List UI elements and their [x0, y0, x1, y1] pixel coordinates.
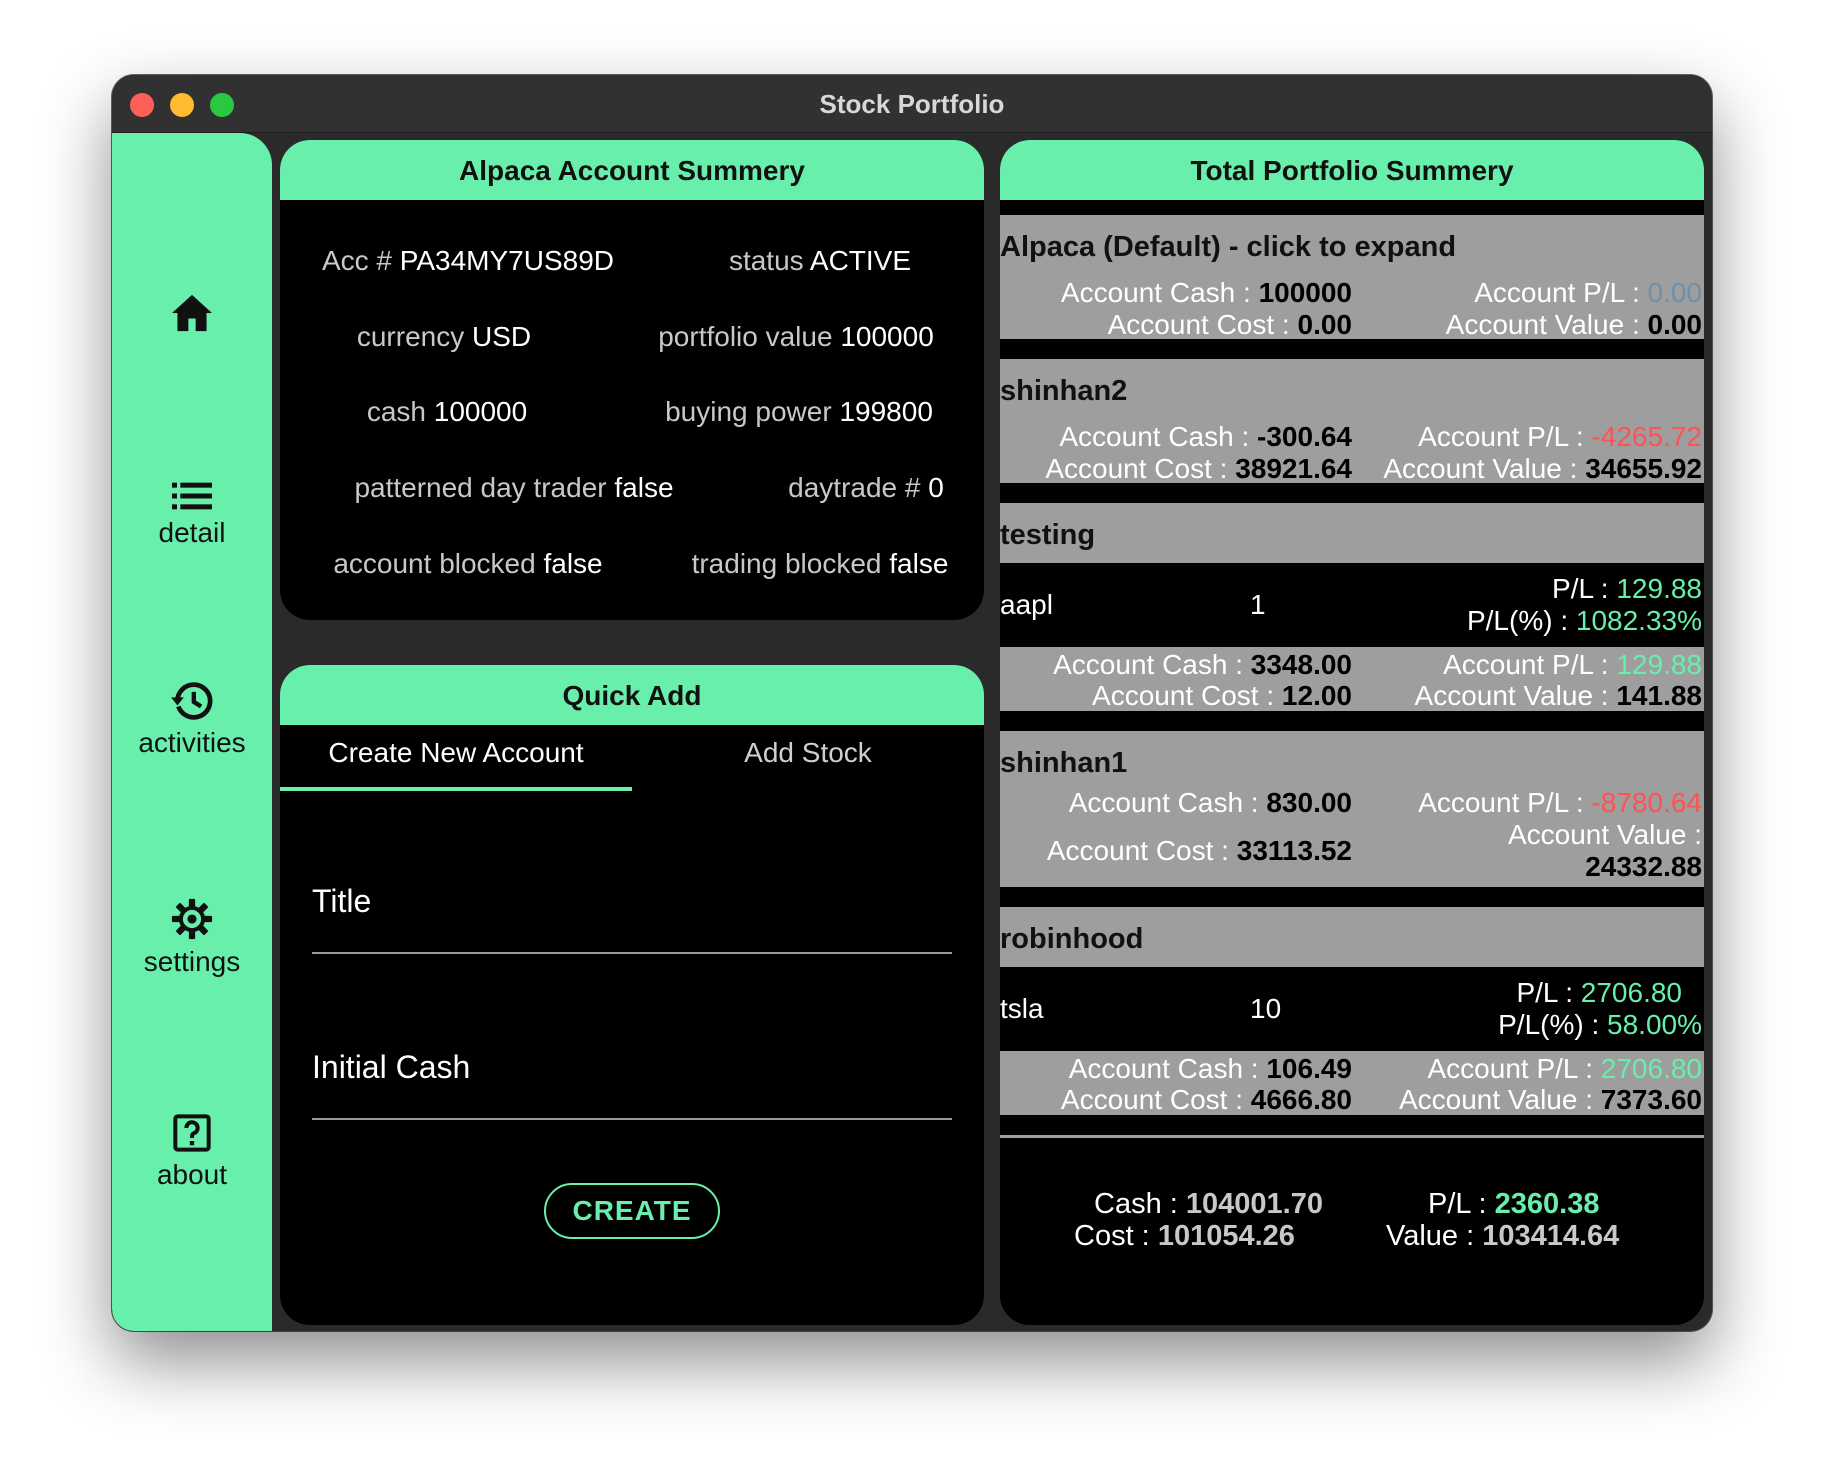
account-pl: Account P/L : -8780.64: [1418, 787, 1702, 818]
account-cost: Account Cost : 12.00: [1092, 680, 1352, 711]
sidebar-item-label: detail: [158, 517, 226, 548]
home-icon: [172, 294, 212, 332]
account-value: Account Value : 7373.60: [1398, 1084, 1702, 1115]
active-tab-indicator: [280, 787, 632, 791]
account-name: robinhood: [1000, 923, 1144, 955]
account-info-row: patterned day trader false daytrade # 0: [280, 472, 984, 512]
title-bar: Stock Portfolio: [112, 75, 1712, 133]
account-cash: Account Cash : 3348.00: [1053, 649, 1352, 680]
account-value: Account Value : 0.00: [1445, 309, 1702, 340]
total-cost: Cost : 101054.26: [1074, 1220, 1295, 1252]
stock-quantity: 1: [1250, 589, 1266, 620]
portfolio-totals: Cash : 104001.70 Cost : 101054.26 P/L : …: [1000, 1140, 1704, 1325]
account-cash: Account Cash : 100000: [1060, 277, 1352, 308]
stock-symbol: aapl: [1000, 589, 1053, 620]
stock-pl-percent: P/L(%) : 1082.33%: [1466, 605, 1702, 636]
initial-cash-input[interactable]: [312, 1031, 952, 1091]
total-pl: P/L : 2360.38: [1428, 1188, 1600, 1220]
sidebar-item-activities[interactable]: activities: [112, 681, 272, 759]
account-card-alpaca[interactable]: Alpaca (Default) - click to expand Accou…: [1000, 215, 1704, 340]
account-value: Account Value : 34655.92: [1383, 453, 1702, 484]
account-cash: cash 100000: [366, 396, 528, 427]
tab-add-stock[interactable]: Add Stock: [632, 737, 984, 769]
quick-add-title: Quick Add: [280, 665, 984, 725]
account-info-row: account blocked false trading blocked fa…: [280, 548, 984, 588]
portfolio-account-list[interactable]: Alpaca (Default) - click to expand Accou…: [1000, 200, 1704, 1138]
account-name: shinhan2: [1000, 375, 1128, 407]
title-input[interactable]: [312, 865, 952, 925]
account-cost: Account Cost : 38921.64: [1045, 453, 1352, 484]
account-pl: Account P/L : -4265.72: [1418, 421, 1702, 452]
account-blocked: account blocked false: [333, 548, 603, 579]
account-daytrade-count: daytrade # 0: [788, 472, 944, 503]
account-number: Acc # PA34MY7US89D: [321, 245, 615, 276]
account-cash: Account Cash : 106.49: [1068, 1053, 1352, 1084]
alpaca-summary-panel: Alpaca Account Summery Acc # PA34MY7US89…: [280, 140, 984, 620]
stock-symbol: tsla: [1000, 993, 1044, 1024]
account-value-label: Account Value :: [1507, 819, 1702, 850]
help-icon: [173, 1114, 211, 1152]
account-value: 24332.88: [1585, 851, 1702, 882]
total-portfolio-panel: Total Portfolio Summery Alpaca (Default)…: [1000, 140, 1704, 1325]
app-window: Stock Portfolio detail activities settin…: [112, 75, 1712, 1331]
account-summary-testing: Account Cash : 3348.00 Account P/L : 129…: [1000, 647, 1704, 711]
stock-pl: P/L : 2706.80: [1516, 977, 1682, 1008]
account-name: shinhan1: [1000, 747, 1128, 779]
history-icon: [171, 682, 213, 720]
tab-create-new-account[interactable]: Create New Account: [280, 737, 632, 769]
stock-quantity: 10: [1250, 993, 1282, 1024]
account-info-row: cash 100000 buying power 199800: [280, 396, 984, 436]
list-icon: [172, 482, 212, 510]
account-buying-power: buying power 199800: [665, 396, 933, 427]
account-summary-robinhood: Account Cash : 106.49 Account P/L : 2706…: [1000, 1051, 1704, 1115]
sidebar-item-home[interactable]: [112, 293, 272, 333]
sidebar-item-about[interactable]: about: [112, 1113, 272, 1191]
account-portfolio-value: portfolio value 100000: [658, 321, 934, 352]
stock-row-tsla[interactable]: tsla 10 P/L : 2706.80 P/L(%) : 58.00%: [1000, 967, 1704, 1051]
account-card-robinhood[interactable]: robinhood: [1000, 907, 1704, 967]
account-cash: Account Cash : 830.00: [1068, 787, 1352, 818]
sidebar-item-label: settings: [143, 946, 241, 977]
account-card-shinhan2[interactable]: shinhan2 Account Cash : -300.64 Account …: [1000, 359, 1704, 484]
account-info-row: currency USD portfolio value 100000: [280, 321, 984, 361]
sidebar-item-label: activities: [138, 727, 246, 758]
account-cost: Account Cost : 33113.52: [1046, 835, 1352, 866]
total-value: Value : 103414.64: [1386, 1220, 1620, 1252]
account-name: Alpaca (Default) - click to expand: [1000, 231, 1457, 263]
window-title: Stock Portfolio: [819, 89, 1005, 119]
account-cost: Account Cost : 4666.80: [1060, 1084, 1352, 1115]
quick-add-panel: Quick Add Create New Account Add Stock T…: [280, 665, 984, 1325]
account-currency: currency USD: [356, 321, 532, 352]
sidebar-item-label: about: [156, 1159, 228, 1190]
account-pattern-day-trader: patterned day trader false: [354, 472, 674, 503]
sidebar-nav: detail activities settings about: [112, 133, 272, 1331]
account-card-testing[interactable]: testing: [1000, 503, 1704, 563]
account-card-shinhan1[interactable]: shinhan1 Account Cash : 830.00 Account P…: [1000, 731, 1704, 887]
account-status: status ACTIVE: [728, 245, 912, 276]
total-portfolio-title: Total Portfolio Summery: [1000, 140, 1704, 200]
stock-pl-percent: P/L(%) : 58.00%: [1498, 1009, 1702, 1040]
account-pl: Account P/L : 129.88: [1443, 649, 1702, 680]
sidebar-item-detail[interactable]: detail: [112, 481, 272, 549]
account-cash: Account Cash : -300.64: [1059, 421, 1352, 452]
stock-row-aapl[interactable]: aapl 1 P/L : 129.88 P/L(%) : 1082.33%: [1000, 563, 1704, 647]
create-button[interactable]: CREATE: [544, 1183, 720, 1239]
account-info-row: Acc # PA34MY7US89D status ACTIVE: [280, 245, 984, 285]
stock-pl: P/L : 129.88: [1552, 573, 1702, 604]
account-cost: Account Cost : 0.00: [1107, 309, 1352, 340]
initial-cash-field-underline: [312, 1118, 952, 1120]
account-card-partial[interactable]: [1000, 1135, 1704, 1138]
account-pl: Account P/L : 2706.80: [1427, 1053, 1703, 1084]
title-field-underline: [312, 952, 952, 954]
trading-blocked: trading blocked false: [691, 548, 949, 579]
total-cash: Cash : 104001.70: [1094, 1188, 1323, 1220]
sidebar-item-settings[interactable]: settings: [112, 898, 272, 978]
account-name: testing: [1000, 519, 1096, 551]
account-pl: Account P/L : 0.00: [1474, 277, 1702, 308]
gear-icon: [171, 898, 213, 940]
alpaca-summary-title: Alpaca Account Summery: [280, 140, 984, 200]
account-value: Account Value : 141.88: [1414, 680, 1702, 711]
